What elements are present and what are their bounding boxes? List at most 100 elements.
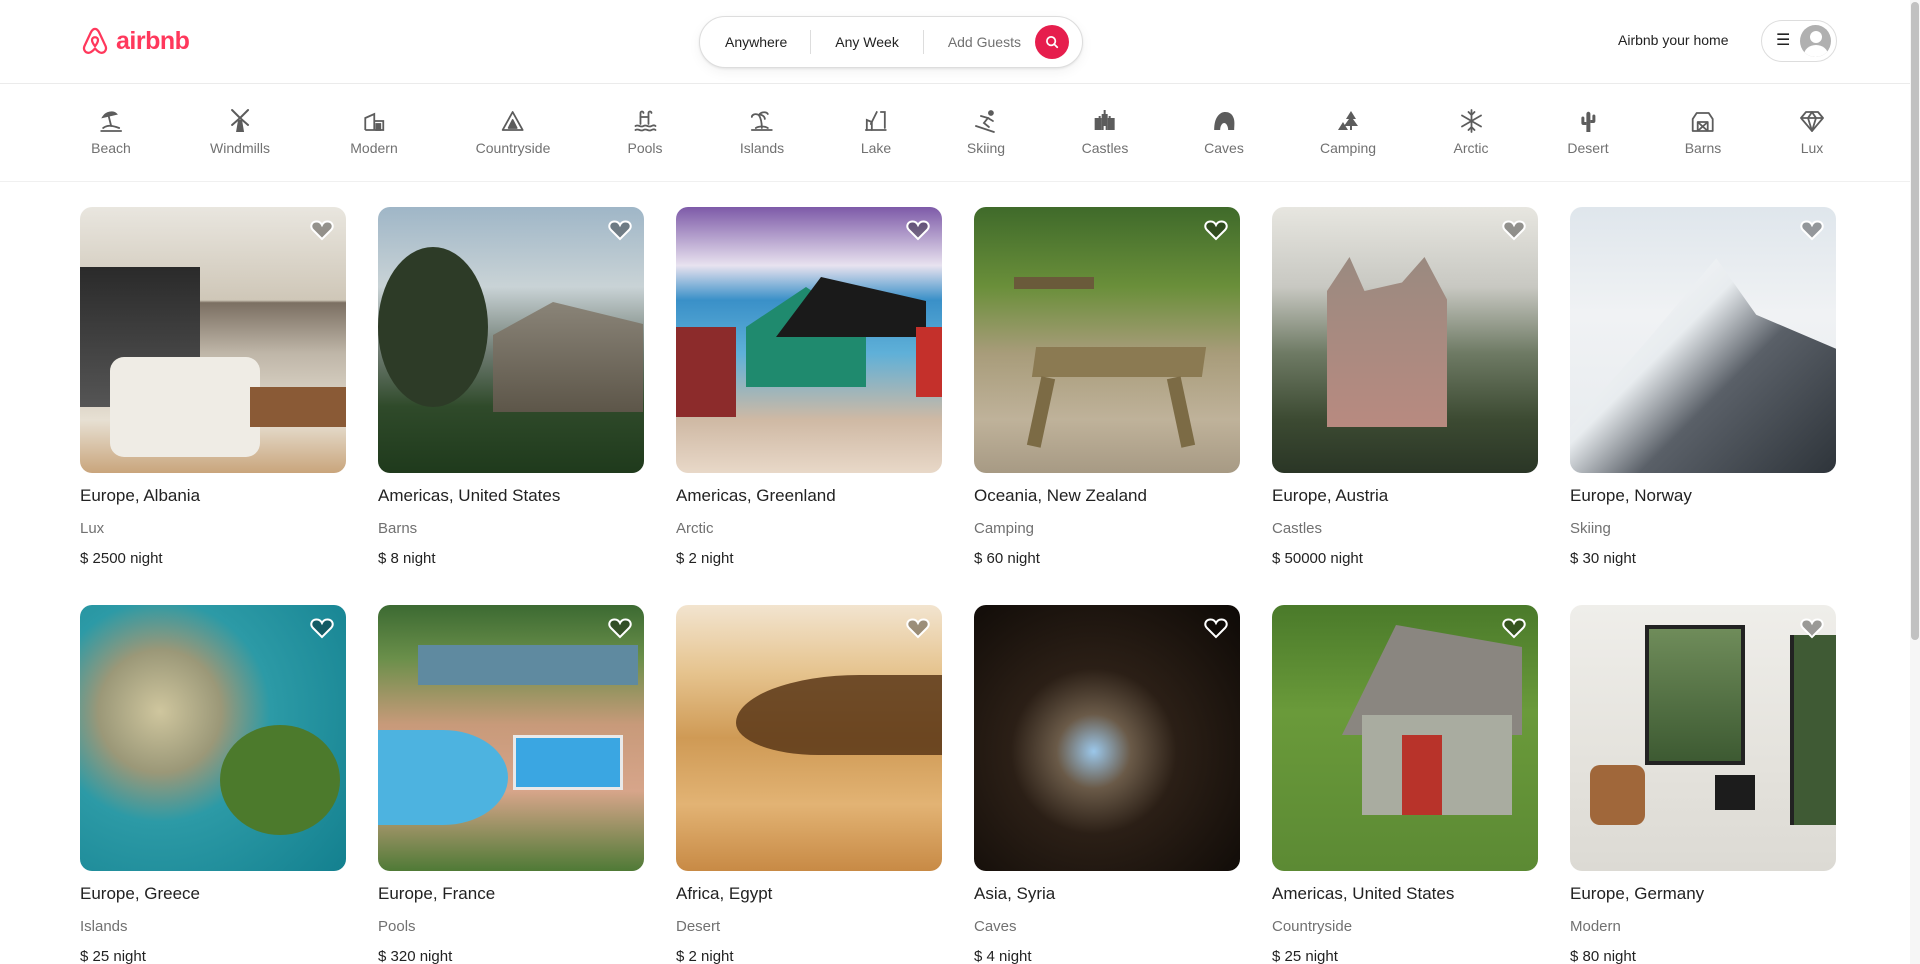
category-lux[interactable]: Lux [1799,108,1825,156]
search-guests[interactable]: Add Guests [924,34,1033,50]
listing-card[interactable]: Europe, Albania Lux $ 2500 night [80,207,346,567]
listing-card[interactable]: Europe, Greece Islands $ 25 night [80,605,346,964]
price-amount: $ 2 [676,948,697,964]
scrollbar-thumb[interactable] [1911,2,1919,640]
category-pools[interactable]: Pools [627,108,663,156]
price-amount: $ 50000 [1272,550,1327,567]
favorite-heart-icon[interactable] [1502,219,1526,241]
category-desert[interactable]: Desert [1567,108,1609,156]
category-beach[interactable]: Beach [91,108,131,156]
category-label: Castles [1081,140,1129,156]
listing-photo[interactable] [1272,207,1538,473]
listing-card[interactable]: Africa, Egypt Desert $ 2 night [676,605,942,964]
favorite-heart-icon[interactable] [906,219,930,241]
price-unit: night [701,948,734,964]
listing-card[interactable]: Europe, France Pools $ 320 night [378,605,644,964]
favorite-heart-icon[interactable] [1800,617,1824,639]
listing-location: Americas, Greenland [676,486,836,505]
price-unit: night [419,948,453,964]
search-when[interactable]: Any Week [811,34,923,50]
listing-photo[interactable] [1272,605,1538,871]
category-barns[interactable]: Barns [1685,108,1721,156]
user-menu-button[interactable]: ☰ [1761,20,1837,62]
category-modern[interactable]: Modern [350,108,398,156]
listing-card[interactable]: Oceania, New Zealand Camping $ 60 night [974,207,1240,567]
listing-photo[interactable] [676,207,942,473]
airbnb-logo[interactable]: airbnb [80,24,190,58]
category-windmills[interactable]: Windmills [210,108,270,156]
favorite-heart-icon[interactable] [1204,219,1228,241]
listing-card[interactable]: Americas, United States Barns $ 8 night [378,207,644,567]
listing-photo[interactable] [974,207,1240,473]
search-where[interactable]: Anywhere [700,34,810,50]
lake-icon [865,111,887,131]
listing-card[interactable]: Europe, Norway Skiing $ 30 night [1570,207,1836,567]
listing-photo[interactable] [1570,605,1836,871]
favorite-heart-icon[interactable] [608,617,632,639]
price-unit: night [1305,948,1338,964]
favorite-heart-icon[interactable] [310,219,334,241]
price-unit: night [1603,948,1636,964]
price-amount: $ 2 [676,550,697,567]
category-skiing[interactable]: Skiing [967,108,1005,156]
listing-location: Europe, Germany [1570,884,1705,903]
favorite-heart-icon[interactable] [1800,219,1824,241]
page-scrollbar[interactable] [1910,0,1920,964]
listing-photo[interactable] [378,207,644,473]
listing-card[interactable]: Americas, Greenland Arctic $ 2 night [676,207,942,567]
price-unit: night [1007,550,1040,567]
favorite-heart-icon[interactable] [310,617,334,639]
listing-location: Europe, Austria [1272,486,1389,505]
listing-price: $ 2 night [676,550,942,567]
price-amount: $ 8 [378,550,399,567]
listing-location: Europe, France [378,884,496,903]
listing-location: Oceania, New Zealand [974,486,1147,505]
snowflake-icon [1460,109,1482,133]
barn-icon [1692,112,1714,132]
listing-photo[interactable] [80,207,346,473]
price-amount: $ 80 [1570,948,1600,964]
listing-card[interactable]: Americas, United States Countryside $ 25… [1272,605,1538,964]
category-castles[interactable]: Castles [1081,108,1129,156]
category-camping[interactable]: Camping [1320,108,1376,156]
price-unit: night [130,550,163,567]
listing-card[interactable]: Europe, Germany Modern $ 80 night [1570,605,1836,964]
cactus-icon [1580,111,1595,132]
listing-price: $ 80 night [1570,948,1836,964]
listing-category: Caves [974,918,1017,935]
pool-icon [634,110,656,132]
listing-photo[interactable] [378,605,644,871]
listing-photo[interactable] [1570,207,1836,473]
category-caves[interactable]: Caves [1204,108,1244,156]
listing-category: Barns [378,520,418,537]
category-arctic[interactable]: Arctic [1454,108,1489,156]
category-label: Windmills [210,140,270,156]
listing-card[interactable]: Europe, Austria Castles $ 50000 night [1272,207,1538,567]
category-countryside[interactable]: Countryside [476,108,550,156]
search-button[interactable] [1034,25,1069,59]
avatar [1800,25,1831,57]
favorite-heart-icon[interactable] [1204,617,1228,639]
favorite-heart-icon[interactable] [1502,617,1526,639]
airbnb-your-home-link[interactable]: Airbnb your home [1618,32,1729,48]
favorite-heart-icon[interactable] [608,219,632,241]
search-bar[interactable]: Anywhere Any Week Add Guests [699,16,1083,68]
price-unit: night [1603,550,1636,567]
price-unit: night [999,948,1032,964]
listing-price: $ 4 night [974,948,1240,964]
listing-photo[interactable] [676,605,942,871]
listing-card[interactable]: Asia, Syria Caves $ 4 night [974,605,1240,964]
listing-location: Asia, Syria [974,884,1056,903]
category-label: Pools [627,140,663,156]
category-lake[interactable]: Lake [861,108,891,156]
listing-price: $ 320 night [378,948,644,964]
listing-price: $ 8 night [378,550,644,567]
category-islands[interactable]: Islands [740,108,784,156]
listing-photo[interactable] [974,605,1240,871]
favorite-heart-icon[interactable] [906,617,930,639]
listing-price: $ 60 night [974,550,1240,567]
island-icon [751,111,773,131]
price-unit: night [113,948,146,964]
category-label: Beach [91,140,131,156]
listing-photo[interactable] [80,605,346,871]
